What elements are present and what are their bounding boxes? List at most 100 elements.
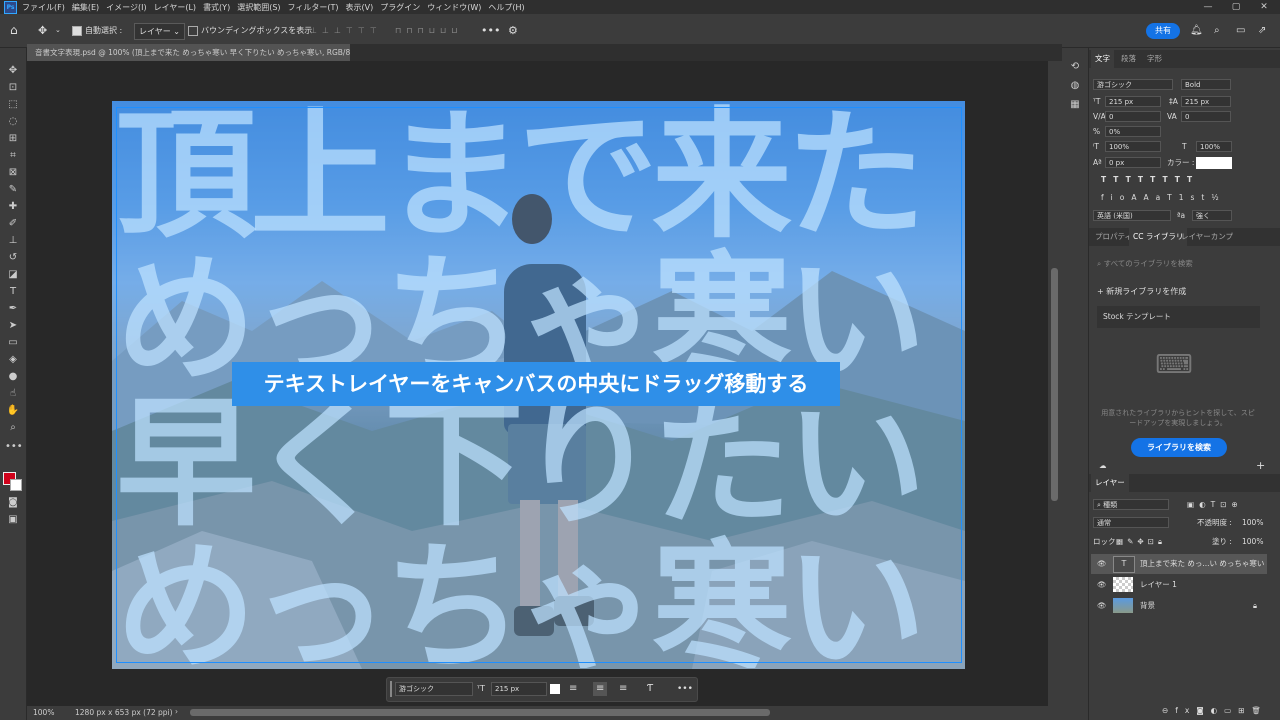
distribute-icons[interactable]: ⊓⊓⊓⊔⊔⊔ (395, 23, 462, 38)
layer-dropdown[interactable]: レイヤー ⌄ (134, 23, 186, 40)
paint-bucket-icon[interactable]: ◈ (5, 353, 21, 367)
tab-paragraph[interactable]: 段落 (1121, 50, 1136, 68)
blend-mode-field[interactable]: 通常 (1093, 517, 1169, 528)
eraser-tool-icon[interactable]: ◪ (5, 268, 21, 282)
eye-icon[interactable]: 👁︎ (1097, 575, 1107, 595)
language-field[interactable]: 英語 (米国) (1093, 210, 1171, 221)
tab-character[interactable]: 文字 (1091, 50, 1114, 68)
expand-icon[interactable]: ⇗ (1258, 23, 1266, 38)
eyedropper-icon[interactable]: ✎ (5, 183, 21, 197)
font-family-field[interactable]: 游ゴシック (1093, 79, 1173, 90)
tab-glyphs[interactable]: 字形 (1147, 50, 1162, 68)
zoom-level[interactable]: 100% (33, 708, 54, 717)
tab-properties[interactable]: プロパティ (1095, 228, 1132, 246)
healing-brush-icon[interactable]: ✚ (5, 200, 21, 214)
layer-row[interactable]: 👁︎ 背景 🔒︎ (1091, 596, 1267, 616)
vertical-scrollbar[interactable] (1051, 268, 1058, 501)
baseline-field[interactable]: 0 px (1105, 157, 1161, 168)
share-button[interactable]: 共有 (1146, 23, 1180, 39)
layer-action-icons[interactable]: ⊖fx◙◐▭⊞🗑︎ (1162, 705, 1268, 717)
smudge-tool-icon[interactable]: ☝ (5, 387, 21, 401)
text-color-swatch[interactable] (550, 684, 560, 694)
new-library-button[interactable]: + 新規ライブラリを作成 (1097, 286, 1186, 298)
stamp-tool-icon[interactable]: ⊥ (5, 234, 21, 248)
layer-row[interactable]: 👁︎ レイヤー 1 (1091, 575, 1267, 595)
opentype-buttons[interactable]: fioΑAaT1st½ (1101, 192, 1226, 204)
antialias-field[interactable]: 強く (1192, 210, 1232, 221)
lasso-tool-icon[interactable]: ◌ (5, 115, 21, 129)
more-icon[interactable]: ••• (677, 682, 693, 696)
auto-select-checkbox[interactable]: 自動選択 : (72, 23, 122, 38)
drag-handle[interactable] (390, 681, 392, 697)
cloud-icon[interactable]: ☁ (1099, 460, 1107, 472)
menu-type[interactable]: 書式(Y) (203, 2, 230, 13)
add-icon[interactable]: + (1256, 460, 1265, 472)
layer-row[interactable]: 👁︎ T 頂上まで来た めっ...い めっちゃ寒い (1091, 554, 1267, 574)
font-family-dropdown[interactable]: 游ゴシック (395, 682, 473, 696)
layer-filter-field[interactable]: ⌕ 種類 (1093, 499, 1169, 510)
close-icon[interactable]: ✕ (1250, 0, 1278, 14)
brush-tool-icon[interactable]: ✐ (5, 217, 21, 231)
opacity-value[interactable]: 100% (1242, 517, 1263, 529)
menu-layer[interactable]: レイヤー(L) (154, 2, 196, 13)
more-options-icon[interactable]: ••• (481, 23, 500, 38)
align-left-icon[interactable]: ≡ (569, 682, 577, 696)
menu-edit[interactable]: 編集(E) (72, 2, 99, 13)
artboard-tool-icon[interactable]: ⊡ (5, 81, 21, 95)
tab-layers[interactable]: レイヤー (1091, 474, 1129, 492)
history-icon[interactable]: ⟲ (1068, 60, 1082, 74)
browse-libraries-button[interactable]: ライブラリを検索 (1131, 438, 1227, 457)
zoom-tool-icon[interactable]: ⌕ (5, 421, 21, 435)
leading-field[interactable]: 215 px (1181, 96, 1231, 107)
text-color-swatch[interactable] (1196, 157, 1232, 169)
vertical-scale-field[interactable]: 100% (1105, 141, 1161, 152)
horizontal-scale-field[interactable]: 100% (1196, 141, 1232, 152)
align-icons[interactable]: ⊥⊥⊥⊤⊤⊤ (310, 23, 382, 38)
font-size-field[interactable]: 215 px (1105, 96, 1161, 107)
menu-window[interactable]: ウィンドウ(W) (427, 2, 481, 13)
fill-value[interactable]: 100% (1242, 536, 1263, 548)
color-wheel-icon[interactable]: ◍ (1068, 79, 1082, 93)
move-tool-icon[interactable]: ✥ (5, 64, 21, 78)
menu-file[interactable]: ファイル(F) (22, 2, 65, 13)
dodge-tool-icon[interactable]: ● (5, 370, 21, 384)
marquee-tool-icon[interactable]: ⬚ (5, 98, 21, 112)
quick-mask-icon[interactable]: ◙ (5, 496, 21, 510)
menu-help[interactable]: ヘルプ(H) (488, 2, 524, 13)
home-icon[interactable]: ⌂ (10, 23, 18, 38)
font-size-dropdown[interactable]: 215 px (491, 682, 547, 696)
document-info[interactable]: 1280 px x 653 px (72 ppi) (75, 708, 173, 717)
path-select-icon[interactable]: ➤ (5, 319, 21, 333)
search-icon[interactable]: ⌕ (1214, 23, 1220, 38)
align-center-icon[interactable]: ≡ (593, 682, 608, 696)
grid-icon[interactable]: ▦ (1068, 98, 1082, 112)
menu-filter[interactable]: フィルター(T) (288, 2, 339, 13)
more-tools-icon[interactable]: ••• (5, 440, 23, 454)
tsume-field[interactable]: 0% (1105, 126, 1161, 137)
menu-select[interactable]: 選択範囲(S) (237, 2, 280, 13)
screen-mode-icon[interactable]: ▣ (5, 513, 21, 527)
history-brush-icon[interactable]: ↺ (5, 251, 21, 265)
tracking-field[interactable]: 0 (1181, 111, 1231, 122)
tab-cc-libraries[interactable]: CC ライブラリ (1129, 228, 1188, 246)
eye-icon[interactable]: 👁︎ (1097, 554, 1107, 574)
rectangle-tool-icon[interactable]: ▭ (5, 336, 21, 350)
text-warp-icon[interactable]: Ƭ (647, 682, 653, 696)
chevron-down-icon[interactable]: ⌄ (55, 23, 61, 38)
menu-plugins[interactable]: プラグイン (380, 2, 420, 13)
menu-view[interactable]: 表示(V) (346, 2, 374, 13)
layer-filter-icons[interactable]: ▣◐T⊡⊕ (1187, 499, 1243, 511)
workspace-icon[interactable]: ▭ (1236, 23, 1245, 38)
frame-tool-icon[interactable]: ⊠ (5, 166, 21, 180)
crop-tool-icon[interactable]: ⌗ (5, 149, 21, 163)
library-search-field[interactable]: ⌕ すべてのライブラリを検索 (1097, 258, 1193, 270)
align-right-icon[interactable]: ≡ (619, 682, 627, 696)
kerning-field[interactable]: 0 (1105, 111, 1161, 122)
bell-icon[interactable]: 🔔︎ (1190, 23, 1203, 38)
pen-tool-icon[interactable]: ✒ (5, 302, 21, 316)
document-tab[interactable]: 音書文字表現.psd @ 100% (頂上まで来た めっちゃ寒い 早く下りたい … (27, 44, 350, 61)
font-style-field[interactable]: Bold (1181, 79, 1231, 90)
minimize-icon[interactable]: — (1194, 0, 1222, 14)
eye-icon[interactable]: 👁︎ (1097, 596, 1107, 616)
tab-layer-comps[interactable]: レイヤーカンプ (1181, 228, 1233, 246)
